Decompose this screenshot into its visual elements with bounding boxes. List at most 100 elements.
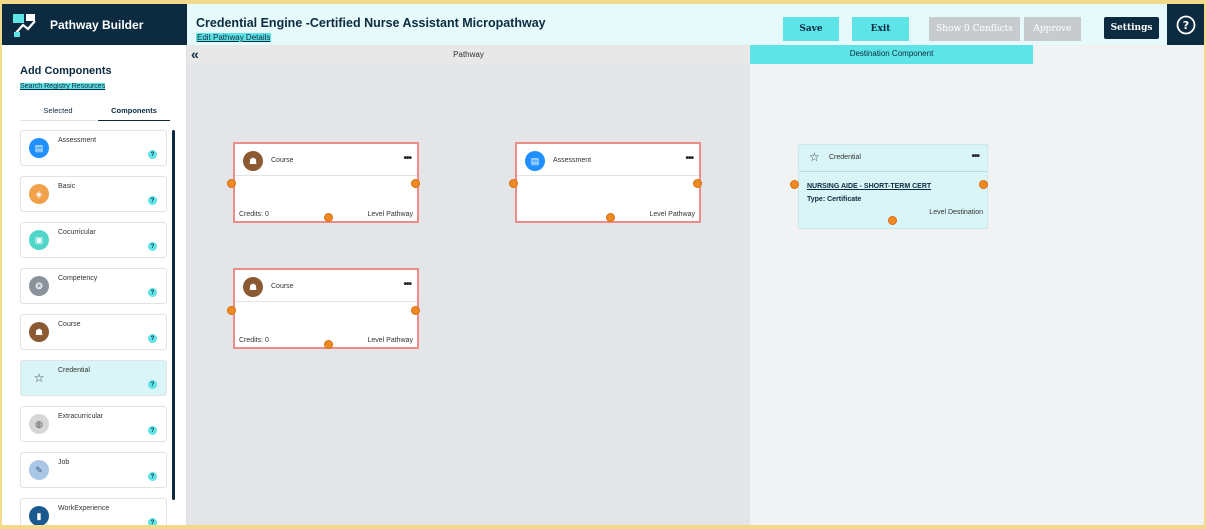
connection-port[interactable] [979, 180, 988, 189]
destination-canvas[interactable] [750, 64, 1033, 525]
component-label: Cocurricular [58, 229, 96, 236]
empty-canvas-area [1033, 45, 1204, 525]
connection-port[interactable] [790, 180, 799, 189]
component-item-credential[interactable]: ☆ Credential ? [20, 360, 167, 396]
component-label: Basic [58, 183, 76, 190]
pathway-node-course[interactable]: ☗ Course ••• Credits: 0 Level Pathway [233, 268, 419, 349]
node-level: Level Pathway [367, 211, 413, 218]
brand-bar: Pathway Builder [2, 4, 187, 45]
connection-port[interactable] [693, 179, 702, 188]
more-options-icon[interactable]: ••• [403, 153, 411, 164]
svg-text:?: ? [1182, 19, 1188, 32]
node-divider [235, 175, 417, 176]
component-list: ▤ Assessment ? ◈ Basic ? ▣ Cocurricular … [20, 130, 170, 525]
cocurricular-icon: ▣ [29, 230, 49, 250]
connection-port[interactable] [411, 179, 420, 188]
components-sidebar: Add Components Search Registry Resources… [2, 45, 187, 525]
connection-port[interactable] [606, 213, 615, 222]
component-item-job[interactable]: ✎ Job ? [20, 452, 167, 488]
component-label: Course [58, 321, 81, 328]
help-button[interactable]: ? [1167, 4, 1204, 45]
info-icon[interactable]: ? [148, 426, 157, 435]
app-frame: Pathway Builder Credential Engine -Certi… [2, 4, 1204, 525]
pathway-title: Credential Engine -Certified Nurse Assis… [196, 16, 546, 30]
info-icon[interactable]: ? [148, 288, 157, 297]
help-icon: ? [1176, 15, 1195, 34]
basic-icon: ◈ [29, 184, 49, 204]
connection-port[interactable] [227, 306, 236, 315]
connection-port[interactable] [227, 179, 236, 188]
connection-port[interactable] [888, 216, 897, 225]
brand-name: Pathway Builder [50, 17, 144, 32]
competency-icon: ❂ [29, 276, 49, 296]
component-item-assessment[interactable]: ▤ Assessment ? [20, 130, 167, 166]
extracurricular-icon: ◍ [29, 414, 49, 434]
node-divider [799, 171, 987, 172]
node-label: Course [271, 157, 294, 164]
approve-button[interactable]: Approve [1024, 17, 1081, 41]
course-icon: ☗ [29, 322, 49, 342]
component-label: Competency [58, 275, 98, 282]
pathway-label: Pathway [453, 50, 484, 59]
search-registry-link[interactable]: Search Registry Resources [20, 83, 106, 90]
star-icon: ☆ [809, 150, 820, 164]
more-options-icon[interactable]: ••• [685, 153, 693, 164]
node-credits: Credits: 0 [239, 211, 269, 218]
node-label: Credential [829, 154, 861, 161]
add-components-heading: Add Components [20, 65, 112, 77]
assessment-icon: ▤ [525, 151, 545, 171]
node-level: Level Destination [929, 209, 983, 216]
save-button[interactable]: Save [783, 17, 839, 41]
more-options-icon[interactable]: ••• [971, 151, 979, 162]
component-label: Assessment [58, 137, 97, 144]
job-icon: ✎ [29, 460, 49, 480]
work-experience-icon: ▮ [29, 506, 49, 525]
component-item-competency[interactable]: ❂ Competency ? [20, 268, 167, 304]
info-icon[interactable]: ? [148, 518, 157, 525]
connection-port[interactable] [411, 306, 420, 315]
pathway-logo-icon [13, 13, 36, 37]
info-icon[interactable]: ? [148, 242, 157, 251]
node-label: Assessment [553, 157, 592, 164]
node-credits: Credits: 0 [239, 337, 269, 344]
tab-selected[interactable]: Selected [20, 105, 96, 121]
component-item-course[interactable]: ☗ Course ? [20, 314, 167, 350]
node-label: Course [271, 283, 294, 290]
top-bar: Credential Engine -Certified Nurse Assis… [187, 4, 1204, 45]
component-item-cocurricular[interactable]: ▣ Cocurricular ? [20, 222, 167, 258]
show-conflicts-button[interactable]: Show 0 Conflicts [929, 17, 1020, 41]
component-label: Extracurricular [58, 413, 104, 420]
more-options-icon[interactable]: ••• [403, 279, 411, 290]
destination-header: Destination Component [750, 45, 1033, 64]
info-icon[interactable]: ? [148, 472, 157, 481]
info-icon[interactable]: ? [148, 334, 157, 343]
pathway-node-assessment[interactable]: ▤ Assessment ••• Level Pathway [515, 142, 701, 223]
node-divider [235, 301, 417, 302]
exit-button[interactable]: Exit [852, 17, 909, 41]
edit-pathway-details-link[interactable]: Edit Pathway Details [196, 33, 272, 42]
node-divider [517, 175, 699, 176]
credential-name-link[interactable]: NURSING AIDE - SHORT-TERM CERT [807, 183, 931, 190]
connection-port[interactable] [324, 213, 333, 222]
info-icon[interactable]: ? [148, 380, 157, 389]
component-label: Job [58, 459, 70, 466]
connection-port[interactable] [324, 340, 333, 349]
component-item-extracurricular[interactable]: ◍ Extracurricular ? [20, 406, 167, 442]
assessment-icon: ▤ [29, 138, 49, 158]
component-label: WorkExperience [58, 505, 110, 512]
credential-type: Type: Certificate [807, 196, 862, 203]
component-label: Credential [58, 367, 90, 374]
pathway-header: « Pathway [187, 45, 750, 64]
tab-components[interactable]: Components [98, 105, 170, 121]
settings-button[interactable]: Settings [1104, 17, 1159, 39]
info-icon[interactable]: ? [148, 150, 157, 159]
star-icon: ☆ [33, 371, 45, 385]
node-level: Level Pathway [649, 211, 695, 218]
component-item-workexperience[interactable]: ▮ WorkExperience ? [20, 498, 167, 525]
info-icon[interactable]: ? [148, 196, 157, 205]
sidebar-scrollbar[interactable] [172, 130, 175, 500]
connection-port[interactable] [509, 179, 518, 188]
component-item-basic[interactable]: ◈ Basic ? [20, 176, 167, 212]
pathway-node-course[interactable]: ☗ Course ••• Credits: 0 Level Pathway [233, 142, 419, 223]
node-level: Level Pathway [367, 337, 413, 344]
